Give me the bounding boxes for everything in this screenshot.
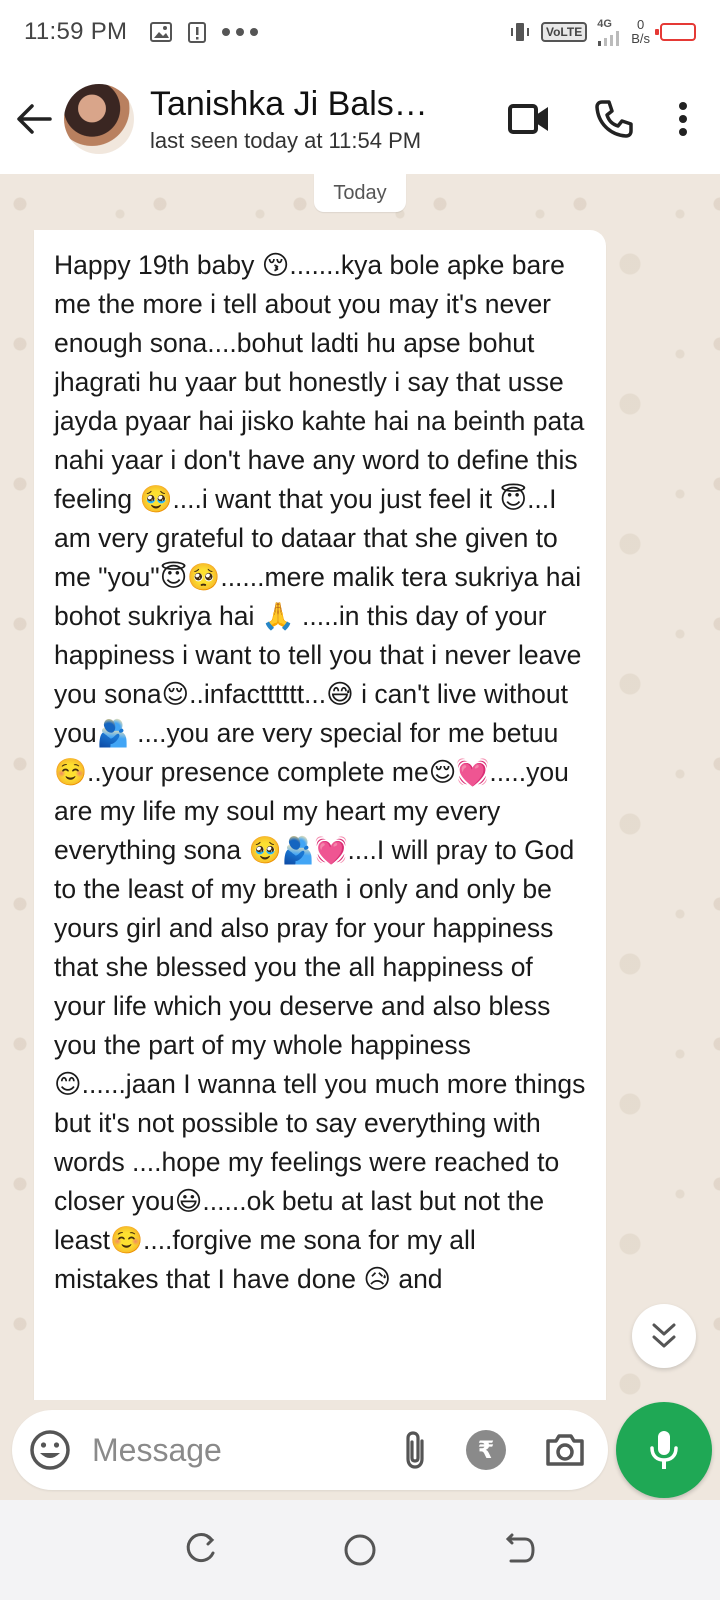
scroll-to-bottom-button[interactable]: [632, 1304, 696, 1368]
network-speed: 0 B/s: [631, 18, 650, 46]
message-composer: ₹: [12, 1410, 608, 1490]
status-bar: 11:59 PM VoLTE 4G 0 B/s: [0, 0, 720, 64]
phone-icon: [595, 100, 633, 138]
system-navigation-bar: [0, 1500, 720, 1600]
image-icon: [150, 22, 173, 42]
more-options-button[interactable]: [678, 101, 688, 137]
status-time: 11:59 PM: [24, 18, 128, 45]
date-chip: Today: [314, 174, 406, 212]
payment-button[interactable]: ₹: [466, 1430, 506, 1470]
chat-area[interactable]: Today Happy 19th baby 😚.......kya bole a…: [0, 174, 720, 1400]
vibrate-icon: [510, 23, 529, 41]
network-speed-value: 0: [636, 17, 645, 32]
home-icon[interactable]: [342, 1532, 378, 1568]
contact-info[interactable]: Tanishka Ji Bals… last seen today at 11:…: [150, 85, 450, 154]
status-notification-icons: [149, 20, 259, 44]
emoji-icon[interactable]: [28, 1428, 72, 1472]
contact-name: Tanishka Ji Bals…: [150, 84, 428, 123]
signal-indicator: 4G: [597, 17, 621, 46]
recent-apps-icon[interactable]: [183, 1533, 217, 1567]
network-speed-unit: B/s: [631, 31, 650, 46]
signal-icon: [598, 30, 620, 46]
message-input[interactable]: [92, 1431, 342, 1469]
camera-icon[interactable]: [544, 1432, 586, 1468]
message-text: Happy 19th baby 😚.......kya bole apke ba…: [54, 250, 593, 1294]
battery-icon: [655, 23, 696, 41]
status-right-icons: VoLTE 4G 0 B/s: [509, 18, 696, 46]
more-dots-icon: [222, 28, 259, 36]
double-chevron-down-icon: [652, 1323, 676, 1348]
back-navigation-icon[interactable]: [503, 1533, 537, 1567]
microphone-icon: [650, 1431, 678, 1469]
header-actions: [508, 99, 708, 139]
video-camera-icon: [508, 104, 548, 134]
voice-call-button[interactable]: [594, 99, 634, 139]
video-call-button[interactable]: [508, 103, 550, 135]
contact-avatar[interactable]: [64, 84, 134, 154]
network-type: 4G: [597, 17, 612, 30]
alert-icon: [188, 22, 207, 43]
input-bar: ₹: [0, 1400, 720, 1500]
arrow-left-icon: [17, 104, 52, 134]
back-button[interactable]: [12, 97, 56, 141]
voice-message-button[interactable]: [616, 1402, 712, 1498]
attach-icon[interactable]: [402, 1429, 428, 1471]
volte-badge: VoLTE: [540, 22, 588, 42]
last-seen-status: last seen today at 11:54 PM: [150, 127, 422, 153]
more-vertical-icon: [679, 102, 687, 136]
composer-icons: ₹: [402, 1429, 592, 1471]
incoming-message-bubble[interactable]: Happy 19th baby 😚.......kya bole apke ba…: [34, 230, 606, 1400]
chat-header: Tanishka Ji Bals… last seen today at 11:…: [0, 64, 720, 174]
rupee-icon: ₹: [477, 1436, 495, 1464]
